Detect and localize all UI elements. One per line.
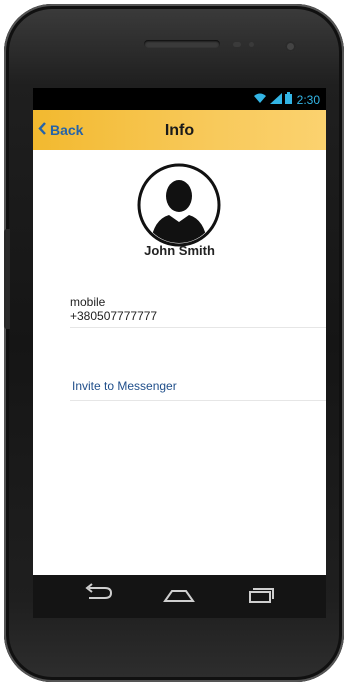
volume-button bbox=[4, 229, 10, 329]
status-bar: 2:30 bbox=[33, 88, 326, 110]
app-header: Back Info bbox=[33, 110, 326, 150]
back-nav-icon[interactable] bbox=[81, 583, 117, 609]
front-camera bbox=[285, 41, 296, 52]
status-time: 2:30 bbox=[296, 92, 320, 107]
proximity-sensor bbox=[233, 42, 241, 47]
light-sensor bbox=[249, 42, 254, 47]
page-title: Info bbox=[164, 122, 195, 139]
avatar-icon bbox=[136, 162, 222, 248]
contact-name: John Smith bbox=[144, 243, 215, 258]
navigation-bar bbox=[33, 575, 326, 618]
divider bbox=[70, 400, 326, 401]
battery-icon bbox=[284, 92, 292, 107]
home-icon[interactable] bbox=[161, 583, 197, 609]
phone-field[interactable]: mobile +380507777777 bbox=[70, 295, 326, 328]
signal-icon bbox=[269, 92, 282, 107]
invite-to-messenger-link[interactable]: Invite to Messenger bbox=[72, 379, 177, 393]
wifi-icon bbox=[253, 93, 267, 107]
phone-label: mobile bbox=[70, 295, 106, 309]
phone-number[interactable]: +380507777777 bbox=[70, 309, 326, 323]
speaker-grille bbox=[144, 40, 220, 48]
recent-apps-icon[interactable] bbox=[243, 583, 279, 609]
screen: 2:30 Back Info John Smith mobile +380507… bbox=[33, 88, 326, 575]
